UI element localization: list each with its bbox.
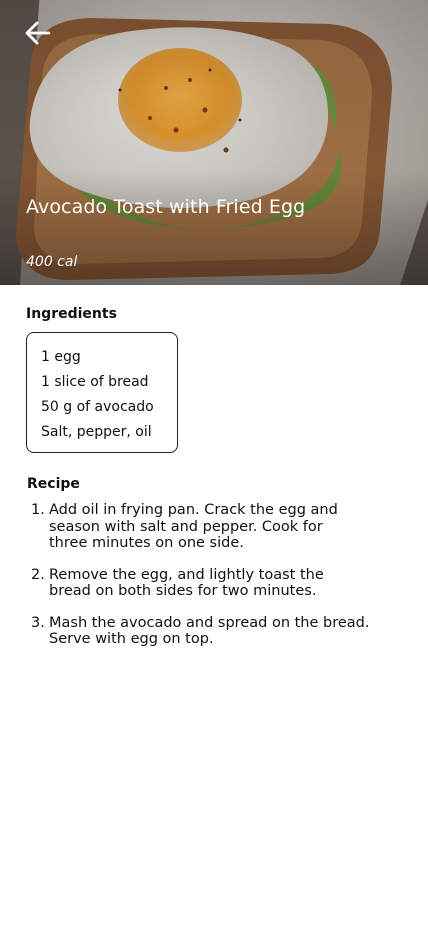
- ingredients-list: 1 egg 1 slice of bread 50 g of avocado S…: [26, 332, 178, 453]
- avocado-toast-photo: [0, 0, 428, 285]
- ingredients-heading: Ingredients: [26, 306, 117, 322]
- recipe-step: 3. Mash the avocado and spread on the br…: [31, 615, 391, 648]
- recipe-calories: 400 cal: [26, 254, 78, 270]
- step-number: 2.: [31, 566, 45, 583]
- step-line: Remove the egg, and lightly toast the: [49, 566, 324, 583]
- ingredient-item: 50 g of avocado: [41, 399, 154, 415]
- step-line: three minutes on one side.: [49, 535, 244, 551]
- step-number: 3.: [31, 614, 45, 631]
- recipe-hero-image: Avocado Toast with Fried Egg 400 cal: [0, 0, 428, 285]
- recipe-title: Avocado Toast with Fried Egg: [26, 196, 306, 218]
- recipe-step: 2. Remove the egg, and lightly toast the…: [31, 567, 391, 600]
- recipe-screen: Avocado Toast with Fried Egg 400 cal Ing…: [0, 0, 428, 926]
- recipe-heading: Recipe: [27, 476, 80, 492]
- step-line: season with salt and pepper. Cook for: [49, 518, 323, 535]
- step-text: Add oil in frying pan. Crack the egg and…: [49, 502, 391, 552]
- ingredient-item: Salt, pepper, oil: [41, 424, 152, 440]
- arrow-left-icon: [25, 21, 51, 45]
- recipe-steps: 1. Add oil in frying pan. Crack the egg …: [31, 502, 391, 663]
- ingredient-item: 1 slice of bread: [41, 374, 149, 390]
- ingredient-item: 1 egg: [41, 349, 81, 365]
- back-button[interactable]: [20, 16, 56, 50]
- recipe-step: 1. Add oil in frying pan. Crack the egg …: [31, 502, 391, 552]
- step-line: Serve with egg on top.: [49, 631, 214, 647]
- step-line: Mash the avocado and spread on the bread…: [49, 614, 370, 631]
- step-text: Remove the egg, and lightly toast the br…: [49, 567, 391, 600]
- step-text: Mash the avocado and spread on the bread…: [49, 615, 391, 648]
- step-line: bread on both sides for two minutes.: [49, 583, 317, 599]
- step-number: 1.: [31, 502, 45, 518]
- step-line: Add oil in frying pan. Crack the egg and: [49, 502, 338, 518]
